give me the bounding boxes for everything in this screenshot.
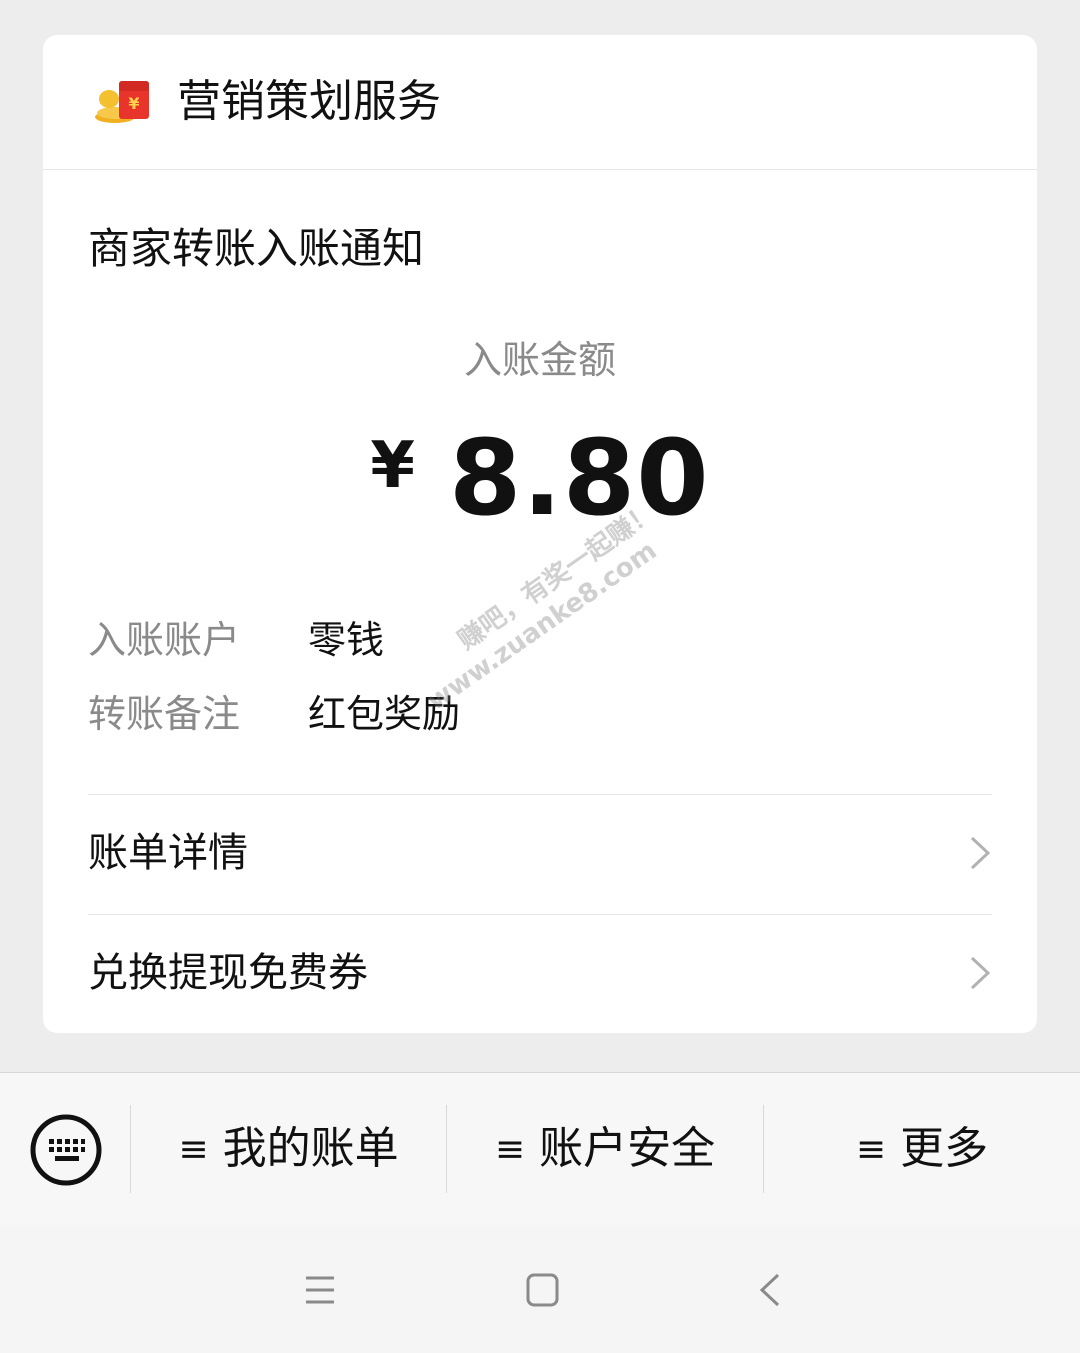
account-security-button[interactable]: ≡ 账户安全 (447, 1105, 763, 1193)
notice-title: 商家转账入账通知 (88, 224, 425, 273)
menu-label: 更多 (900, 1123, 989, 1174)
info-row-remark: 转账备注 红包奖励 (88, 687, 460, 741)
back-icon[interactable] (740, 1261, 800, 1321)
bottom-menu: ≡ 我的账单 ≡ 账户安全 ≡ 更多 (0, 1072, 1080, 1226)
notification-card: ¥ 营销策划服务 商家转账入账通知 入账金额 ¥8.80 入账账户 零钱 转账备注… (43, 35, 1037, 1033)
amount-label: 入账金额 (463, 338, 616, 382)
watermark-line: www.zuanke8.com (421, 535, 663, 717)
menu-bars-icon: ≡ (855, 1129, 887, 1170)
home-icon[interactable] (512, 1261, 572, 1321)
menu-icon[interactable] (290, 1261, 350, 1321)
info-value: 零钱 (308, 618, 385, 662)
menu-bars-icon: ≡ (494, 1129, 526, 1170)
red-packet-icon: ¥ (95, 81, 149, 123)
bill-details-link[interactable]: 账单详情 (88, 795, 992, 913)
currency-symbol: ¥ (370, 429, 415, 503)
menu-label: 我的账单 (222, 1123, 399, 1174)
info-value: 红包奖励 (308, 692, 461, 736)
info-key: 入账账户 (88, 618, 241, 662)
keyboard-icon[interactable] (29, 1113, 103, 1187)
chevron-right-icon (970, 836, 991, 870)
system-nav-bar (0, 1225, 1080, 1353)
menu-bars-icon: ≡ (178, 1129, 209, 1170)
amount-value: 8.80 (448, 417, 710, 539)
redeem-coupon-link[interactable]: 兑换提现免费券 (88, 915, 992, 1033)
my-bills-button[interactable]: ≡ 我的账单 (131, 1105, 446, 1193)
service-name: 营销策划服务 (177, 76, 441, 127)
link-label: 账单详情 (88, 830, 248, 876)
link-label: 兑换提现免费券 (88, 950, 368, 996)
more-button[interactable]: ≡ 更多 (764, 1105, 1080, 1193)
info-row-account: 入账账户 零钱 (88, 613, 384, 667)
amount: ¥8.80 (43, 423, 1037, 533)
card-header[interactable]: ¥ 营销策划服务 (43, 35, 1037, 170)
svg-text:¥: ¥ (128, 94, 139, 113)
info-key: 转账备注 (88, 692, 241, 736)
chevron-right-icon (970, 956, 991, 990)
menu-label: 账户安全 (539, 1123, 716, 1174)
